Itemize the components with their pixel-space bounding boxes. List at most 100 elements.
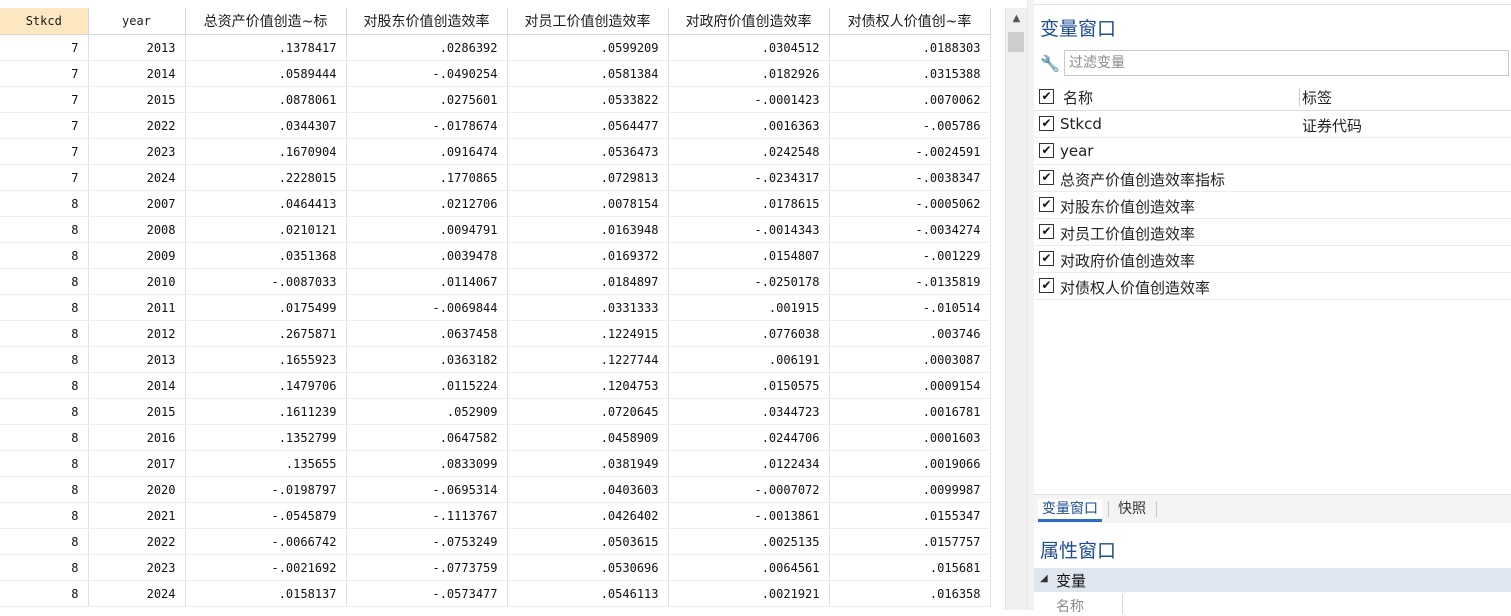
table-row[interactable]: 8 2024.0158137 -.0573477.0546113.0021921.0…: [0, 580, 991, 607]
table-cell[interactable]: .0720645: [507, 398, 669, 425]
column-header-employee[interactable]: 对员工价值创造效率: [507, 8, 669, 35]
table-cell[interactable]: -.0005062: [829, 190, 991, 217]
table-cell[interactable]: .0729813: [507, 164, 669, 191]
table-cell[interactable]: 2024: [88, 580, 186, 607]
table-row[interactable]: 8 2021 -.0545879 -.1113767.0426402 -.0013861…: [0, 502, 991, 529]
variable-checkbox[interactable]: ✔: [1039, 224, 1054, 239]
table-cell[interactable]: .003746: [829, 320, 991, 347]
table-cell[interactable]: -.005786: [829, 112, 991, 139]
variable-row[interactable]: ✔ 对政府价值创造效率: [1034, 246, 1511, 273]
table-cell[interactable]: .1227744: [507, 346, 669, 373]
variable-checkbox[interactable]: ✔: [1039, 197, 1054, 212]
variable-checkbox[interactable]: ✔: [1039, 170, 1054, 185]
table-cell[interactable]: 2023: [88, 138, 186, 165]
table-cell[interactable]: -.0038347: [829, 164, 991, 191]
table-row[interactable]: 7 2023.1670904.0916474.0536473.0242548 -.0…: [0, 138, 991, 165]
table-cell[interactable]: 2013: [88, 346, 186, 373]
variable-row[interactable]: ✔ 对债权人价值创造效率: [1034, 273, 1511, 300]
table-cell[interactable]: -.0024591: [829, 138, 991, 165]
table-row[interactable]: 8 2008.0210121.0094791.0163948 -.0014343 -.…: [0, 216, 991, 243]
table-cell[interactable]: -.0545879: [185, 502, 347, 529]
variable-row[interactable]: ✔ 对员工价值创造效率: [1034, 219, 1511, 246]
table-cell[interactable]: .0025135: [668, 528, 830, 555]
table-cell[interactable]: -.0250178: [668, 268, 830, 295]
table-cell[interactable]: .2675871: [185, 320, 347, 347]
table-cell[interactable]: .0163948: [507, 216, 669, 243]
triangle-down-icon[interactable]: ◢: [1040, 573, 1048, 584]
table-cell[interactable]: 2017: [88, 450, 186, 477]
table-cell[interactable]: 8: [0, 476, 89, 503]
table-cell[interactable]: .0016781: [829, 398, 991, 425]
table-cell[interactable]: 2012: [88, 320, 186, 347]
panel-splitter[interactable]: [1027, 0, 1034, 610]
table-cell[interactable]: 8: [0, 372, 89, 399]
table-cell[interactable]: 2013: [88, 34, 186, 61]
table-cell[interactable]: 2008: [88, 216, 186, 243]
table-cell[interactable]: .0150575: [668, 372, 830, 399]
table-cell[interactable]: -.1113767: [346, 502, 508, 529]
table-row[interactable]: 8 2015.1611239.052909.0720645.0344723.001…: [0, 398, 991, 425]
table-row[interactable]: 8 2023 -.0021692 -.0773759.0530696.0064561.…: [0, 554, 991, 581]
table-cell[interactable]: .0833099: [346, 450, 508, 477]
table-cell[interactable]: -.0034274: [829, 216, 991, 243]
table-cell[interactable]: 2007: [88, 190, 186, 217]
filter-variables-input[interactable]: [1064, 50, 1509, 76]
table-cell[interactable]: .0188303: [829, 34, 991, 61]
table-cell[interactable]: 7: [0, 34, 89, 61]
table-cell[interactable]: .0647582: [346, 424, 508, 451]
table-cell[interactable]: .0536473: [507, 138, 669, 165]
table-cell[interactable]: 7: [0, 138, 89, 165]
variable-checkbox[interactable]: ✔: [1039, 116, 1054, 131]
table-cell[interactable]: .0403603: [507, 476, 669, 503]
column-header-government[interactable]: 对政府价值创造效率: [668, 8, 830, 35]
table-cell[interactable]: -.0198797: [185, 476, 347, 503]
table-cell[interactable]: 8: [0, 190, 89, 217]
table-cell[interactable]: .0064561: [668, 554, 830, 581]
table-cell[interactable]: .1655923: [185, 346, 347, 373]
table-cell[interactable]: .1670904: [185, 138, 347, 165]
table-cell[interactable]: .0001603: [829, 424, 991, 451]
table-cell[interactable]: -.0013861: [668, 502, 830, 529]
table-cell[interactable]: -.0773759: [346, 554, 508, 581]
column-header-creditor[interactable]: 对债权人价值创~率: [829, 8, 991, 35]
table-cell[interactable]: 8: [0, 528, 89, 555]
table-cell[interactable]: .0021921: [668, 580, 830, 607]
properties-group-variable[interactable]: ◢ 变量: [1034, 568, 1511, 592]
table-cell[interactable]: .0016363: [668, 112, 830, 139]
table-cell[interactable]: .0776038: [668, 320, 830, 347]
table-cell[interactable]: .0070062: [829, 86, 991, 113]
table-cell[interactable]: -.0001423: [668, 86, 830, 113]
table-cell[interactable]: .0564477: [507, 112, 669, 139]
column-header-shareholder[interactable]: 对股东价值创造效率: [346, 8, 508, 35]
table-cell[interactable]: .0154807: [668, 242, 830, 269]
table-cell[interactable]: .0916474: [346, 138, 508, 165]
table-cell[interactable]: 7: [0, 112, 89, 139]
table-cell[interactable]: .0244706: [668, 424, 830, 451]
table-cell[interactable]: 2009: [88, 242, 186, 269]
table-cell[interactable]: 8: [0, 502, 89, 529]
table-cell[interactable]: .016358: [829, 580, 991, 607]
table-cell[interactable]: .0210121: [185, 216, 347, 243]
data-grid[interactable]: Stkcd year 总资产价值创造~标 对股东价值创造效率 对员工价值创造效率…: [0, 8, 1005, 610]
wrench-icon[interactable]: 🔧: [1040, 54, 1060, 73]
table-row[interactable]: 7 2024.2228015.1770865.0729813 -.0234317 -.…: [0, 164, 991, 191]
table-cell[interactable]: 2016: [88, 424, 186, 451]
table-cell[interactable]: .0581384: [507, 60, 669, 87]
tab-snapshots[interactable]: 快照: [1114, 499, 1150, 519]
column-header-total-asset[interactable]: 总资产价值创造~标: [185, 8, 347, 35]
table-cell[interactable]: .0155347: [829, 502, 991, 529]
table-cell[interactable]: .0242548: [668, 138, 830, 165]
table-row[interactable]: 7 2014.0589444 -.0490254.0581384.0182926.0…: [0, 60, 991, 87]
table-cell[interactable]: 8: [0, 320, 89, 347]
table-cell[interactable]: 8: [0, 346, 89, 373]
table-row[interactable]: 7 2022.0344307 -.0178674.0564477.0016363 -.…: [0, 112, 991, 139]
table-row[interactable]: 8 2011.0175499 -.0069844.0331333.001915 -.0…: [0, 294, 991, 321]
table-cell[interactable]: 2010: [88, 268, 186, 295]
table-cell[interactable]: .0464413: [185, 190, 347, 217]
table-cell[interactable]: -.0135819: [829, 268, 991, 295]
table-cell[interactable]: .1770865: [346, 164, 508, 191]
table-cell[interactable]: 8: [0, 268, 89, 295]
variable-checkbox[interactable]: ✔: [1039, 143, 1054, 158]
table-cell[interactable]: 8: [0, 216, 89, 243]
table-cell[interactable]: .015681: [829, 554, 991, 581]
